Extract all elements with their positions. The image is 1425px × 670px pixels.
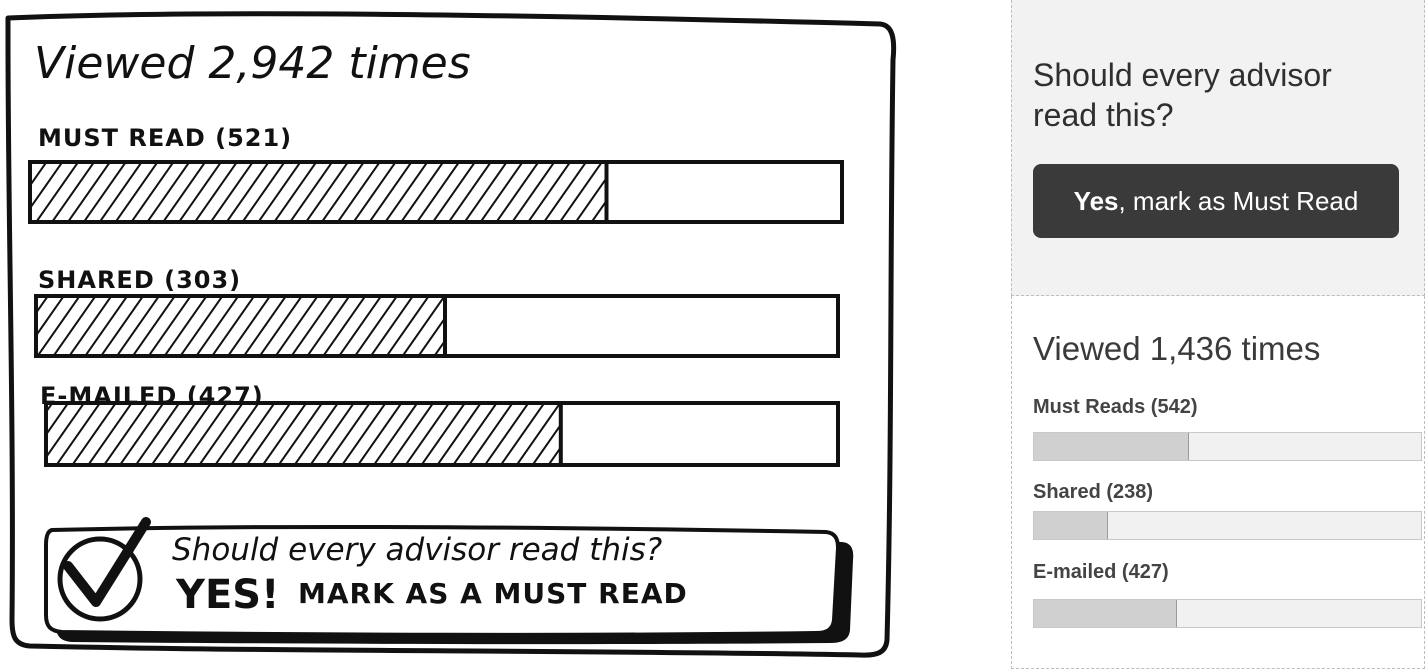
mark-must-read-button[interactable]: Yes, mark as Must Read — [1033, 164, 1399, 238]
stat-bar-must-reads — [1033, 432, 1422, 461]
stat-bar-fill — [1034, 433, 1189, 460]
sketch-wireframe: Viewed 2,942 times MUST READ (521) SHARE… — [5, 11, 897, 658]
sketch-views-title: Viewed 2,942 times — [34, 38, 471, 89]
mockup-panel: Should every advisor read this? Yes, mar… — [1011, 0, 1425, 670]
sketch-bar-label: SHARED (303) — [38, 266, 241, 294]
stat-label-must-reads: Must Reads (542) — [1033, 396, 1198, 418]
stat-label-shared: Shared (238) — [1033, 481, 1154, 503]
sketch-bar-fill — [34, 294, 447, 358]
stat-bar-fill — [1034, 600, 1178, 627]
sketch-cta-question: Should every advisor read this? — [172, 532, 662, 568]
sketch-cta-yes: YES! — [175, 572, 279, 618]
views-count-title: Viewed 1,436 times — [1033, 330, 1321, 367]
sketch-cta-action: MARK AS A MUST READ — [298, 577, 688, 610]
sketch-bar-fill — [28, 160, 609, 224]
view-stats: Viewed 1,436 times Must Reads (542) Shar… — [1011, 296, 1425, 669]
stat-bar-fill — [1034, 512, 1108, 539]
stat-bar-shared — [1033, 511, 1422, 540]
sketch-must-read-button[interactable]: Should every advisor read this? YES! MAR… — [44, 517, 854, 645]
prompt-question: Should every advisor read this? — [1033, 57, 1332, 133]
sketch-bar-fill — [44, 401, 563, 467]
sketch-bar-label: MUST READ (521) — [38, 124, 292, 152]
stat-label-emailed: E-mailed (427) — [1033, 561, 1169, 583]
stat-bar-emailed — [1033, 599, 1422, 628]
button-rest-text: , mark as Must Read — [1118, 185, 1359, 216]
must-read-prompt: Should every advisor read this? Yes, mar… — [1011, 0, 1425, 296]
button-yes-text: Yes — [1073, 185, 1119, 216]
